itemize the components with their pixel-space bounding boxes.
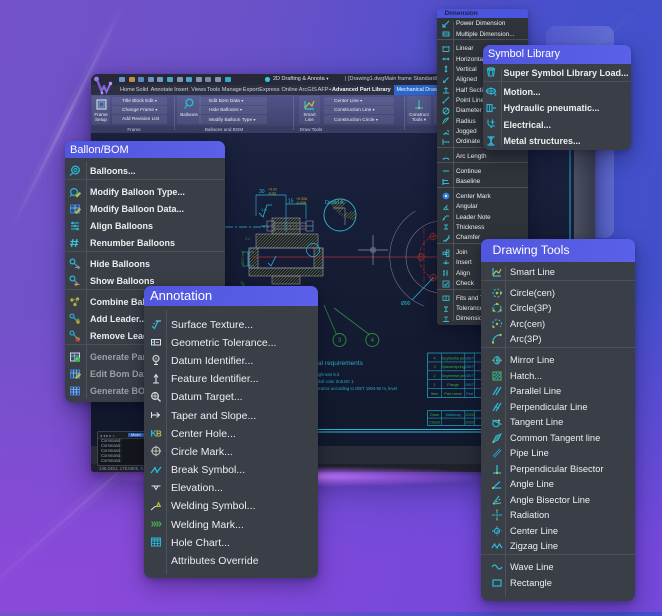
svg-text:1: 1 — [434, 383, 436, 387]
svg-text:30: 30 — [259, 189, 265, 195]
svg-text:B: B — [156, 430, 162, 439]
svg-text:2020: 2020 — [465, 420, 473, 424]
svg-text:-0.008: -0.008 — [296, 201, 306, 205]
svg-text:Segmental pin: Segmental pin — [441, 374, 465, 378]
svg-text:4: 4 — [434, 356, 436, 360]
svg-text:-0.02: -0.02 — [268, 192, 276, 196]
svg-text:3: 3 — [338, 337, 342, 344]
svg-text:1.6: 1.6 — [261, 207, 267, 212]
svg-text:GB/T: GB/T — [465, 374, 475, 378]
svg-text:Wakkcay: Wakkcay — [445, 413, 460, 417]
svg-text:Draw: Draw — [430, 413, 439, 417]
svg-text:2020: 2020 — [465, 413, 473, 417]
svg-text:Part name: Part name — [444, 392, 462, 396]
svg-text:GB/T: GB/T — [465, 383, 475, 387]
svg-text:GB/T: GB/T — [465, 356, 475, 360]
svg-text:Part: Part — [466, 392, 474, 396]
svg-text:Segmental pin: Segmental pin — [441, 356, 465, 360]
svg-text:C1: C1 — [245, 236, 251, 241]
svg-text:GB/T: GB/T — [465, 365, 475, 369]
svg-text:2: 2 — [434, 374, 436, 378]
svg-text:3: 3 — [434, 365, 436, 369]
svg-text:Check: Check — [429, 420, 440, 424]
svg-text:A: A — [154, 357, 157, 362]
svg-text:Flange: Flange — [447, 383, 459, 387]
svg-text:Ø20 m6: Ø20 m6 — [240, 250, 245, 265]
svg-text:Ø90: Ø90 — [401, 301, 411, 307]
svg-text:Detail A: Detail A — [325, 200, 344, 206]
svg-text:4: 4 — [370, 337, 374, 344]
svg-text:Spacer/spring: Spacer/spring — [441, 365, 464, 369]
svg-text:Item: Item — [431, 392, 438, 396]
svg-text:15: 15 — [288, 199, 294, 205]
